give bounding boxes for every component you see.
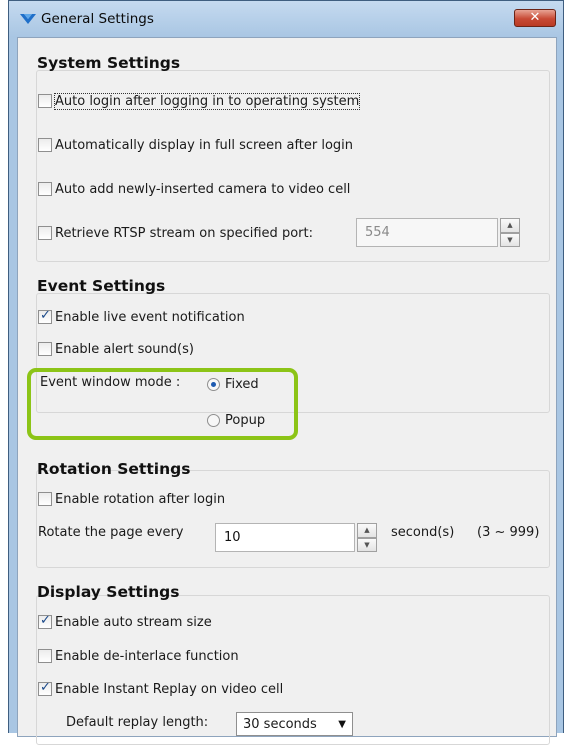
rotation-settings-group — [36, 470, 550, 568]
rotate-range-label: (3 ~ 999) — [477, 525, 540, 540]
popup-mode-label: Popup — [225, 412, 266, 428]
auto-stream-size-checkbox[interactable] — [38, 613, 52, 629]
general-settings-window: General Settings ✕ System Settings Auto … — [8, 0, 564, 745]
rotate-page-label: Rotate the page every — [38, 525, 184, 540]
rtsp-port-label: Retrieve RTSP stream on specified port: — [55, 225, 313, 241]
popup-mode-radio[interactable] — [207, 413, 220, 427]
replay-length-select[interactable]: 30 seconds ▼ — [236, 712, 353, 736]
alert-sound-label: Enable alert sound(s) — [55, 341, 194, 357]
rtsp-port-input[interactable]: 554 — [356, 218, 498, 247]
chevron-down-icon[interactable]: ▼ — [338, 719, 346, 730]
auto-fullscreen-checkbox[interactable] — [38, 138, 52, 152]
stepper-down-icon[interactable]: ▼ — [357, 537, 377, 552]
event-settings-title: Event Settings — [37, 277, 166, 295]
instant-replay-option[interactable]: Enable Instant Replay on video cell — [38, 679, 283, 699]
auto-add-camera-checkbox[interactable] — [38, 182, 52, 196]
rotation-enable-label: Enable rotation after login — [55, 491, 226, 507]
rotation-enable-option[interactable]: Enable rotation after login — [38, 489, 225, 509]
rotate-interval-input[interactable]: 10 — [215, 523, 355, 552]
auto-login-checkbox[interactable] — [38, 94, 52, 108]
rotation-settings-title: Rotation Settings — [37, 460, 191, 478]
auto-stream-size-label: Enable auto stream size — [55, 614, 212, 630]
replay-length-label: Default replay length: — [66, 715, 209, 730]
instant-replay-checkbox[interactable] — [38, 680, 52, 696]
fixed-mode-radio[interactable] — [207, 377, 220, 391]
instant-replay-label: Enable Instant Replay on video cell — [55, 681, 284, 697]
live-event-notification-option[interactable]: Enable live event notification — [38, 307, 245, 327]
auto-fullscreen-label: Automatically display in full screen aft… — [55, 137, 354, 153]
rtsp-port-checkbox[interactable] — [38, 226, 52, 240]
fixed-mode-option[interactable]: Fixed — [207, 374, 259, 394]
rotate-unit-label: second(s) — [391, 525, 455, 540]
auto-add-camera-label: Auto add newly-inserted camera to video … — [55, 181, 351, 197]
fixed-mode-label: Fixed — [225, 376, 259, 392]
rtsp-port-stepper[interactable]: ▲ ▼ — [500, 218, 520, 247]
auto-stream-size-option[interactable]: Enable auto stream size — [38, 612, 212, 632]
window-title: General Settings — [41, 11, 154, 27]
auto-login-label: Auto login after logging in to operating… — [53, 92, 361, 110]
stepper-down-icon[interactable]: ▼ — [500, 232, 520, 247]
de-interlace-checkbox[interactable] — [38, 649, 52, 663]
settings-content: System Settings Auto login after logging… — [17, 37, 557, 745]
app-logo-icon — [20, 14, 36, 24]
auto-fullscreen-option[interactable]: Automatically display in full screen aft… — [38, 135, 353, 155]
rotation-enable-checkbox[interactable] — [38, 492, 52, 506]
auto-add-camera-option[interactable]: Auto add newly-inserted camera to video … — [38, 179, 350, 199]
alert-sound-option[interactable]: Enable alert sound(s) — [38, 339, 194, 359]
display-settings-title: Display Settings — [37, 583, 180, 601]
close-button[interactable]: ✕ — [514, 9, 556, 27]
de-interlace-label: Enable de-interlace function — [55, 648, 239, 664]
rtsp-port-option[interactable]: Retrieve RTSP stream on specified port: — [38, 223, 313, 243]
stepper-up-icon[interactable]: ▲ — [357, 523, 377, 538]
system-settings-title: System Settings — [37, 54, 181, 72]
title-bar[interactable]: General Settings ✕ — [9, 1, 563, 37]
stepper-up-icon[interactable]: ▲ — [500, 218, 520, 233]
live-event-notification-label: Enable live event notification — [55, 309, 245, 325]
de-interlace-option[interactable]: Enable de-interlace function — [38, 646, 239, 666]
replay-length-value: 30 seconds — [243, 716, 317, 732]
event-window-mode-label: Event window mode : — [40, 375, 181, 390]
alert-sound-checkbox[interactable] — [38, 342, 52, 356]
live-event-notification-checkbox[interactable] — [38, 308, 52, 324]
popup-mode-option[interactable]: Popup — [207, 410, 265, 430]
auto-login-option[interactable]: Auto login after logging in to operating… — [38, 91, 361, 111]
rotate-interval-stepper[interactable]: ▲ ▼ — [357, 523, 377, 552]
